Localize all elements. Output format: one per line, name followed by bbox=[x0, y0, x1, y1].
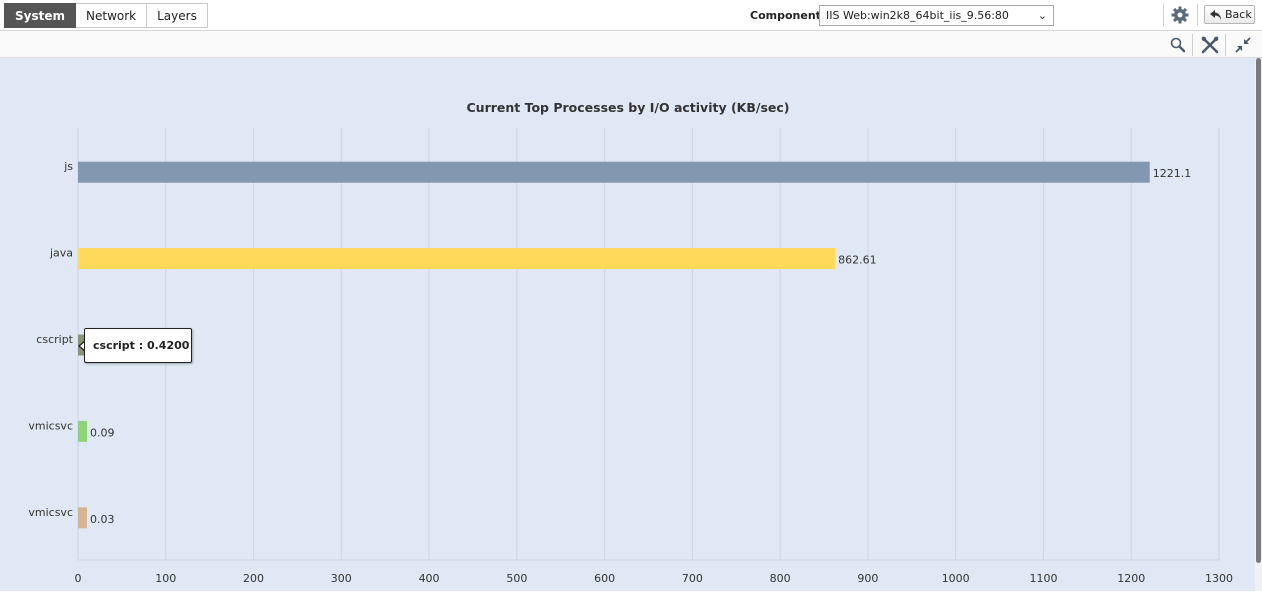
data-label: 862.61 bbox=[838, 254, 877, 267]
x-tick-label: 200 bbox=[243, 572, 264, 585]
x-tick-label: 800 bbox=[770, 572, 791, 585]
back-label: Back bbox=[1225, 8, 1252, 21]
gear-icon[interactable] bbox=[1170, 5, 1190, 25]
bar-java[interactable] bbox=[78, 248, 836, 270]
chart-title: Current Top Processes by I/O activity (K… bbox=[467, 100, 790, 115]
x-tick-label: 500 bbox=[506, 572, 527, 585]
divider bbox=[1163, 4, 1164, 26]
view-tabs: System Network Layers bbox=[4, 3, 208, 28]
x-tick-label: 300 bbox=[331, 572, 352, 585]
divider bbox=[1225, 34, 1226, 56]
x-tick-label: 1100 bbox=[1029, 572, 1057, 585]
tab-network[interactable]: Network bbox=[76, 3, 148, 28]
category-label: js bbox=[63, 160, 73, 173]
back-button[interactable]: Back bbox=[1204, 5, 1255, 24]
data-label: 0.03 bbox=[90, 513, 115, 526]
data-label: 0.09 bbox=[90, 426, 115, 439]
x-tick-label: 100 bbox=[155, 572, 176, 585]
x-tick-label: 600 bbox=[594, 572, 615, 585]
component-selected-value: IIS Web:win2k8_64bit_iis_9.56:80 bbox=[826, 9, 1009, 22]
divider bbox=[1197, 4, 1198, 26]
io-activity-chart: Current Top Processes by I/O activity (K… bbox=[28, 100, 1233, 585]
bar-vmicsvc[interactable] bbox=[78, 420, 87, 442]
tools-icon[interactable] bbox=[1201, 36, 1219, 54]
collapse-icon[interactable] bbox=[1234, 36, 1252, 54]
x-tick-label: 400 bbox=[419, 572, 440, 585]
bar-js[interactable] bbox=[78, 161, 1150, 183]
zoom-icon[interactable] bbox=[1169, 36, 1187, 54]
x-tick-label: 1200 bbox=[1117, 572, 1145, 585]
data-label: 1221.1 bbox=[1153, 167, 1192, 180]
top-bar: System Network Layers Component IIS Web:… bbox=[0, 0, 1262, 31]
scrollbar-thumb[interactable] bbox=[1256, 58, 1261, 563]
x-tick-label: 0 bbox=[75, 572, 82, 585]
category-label: cscript bbox=[36, 333, 73, 346]
tab-system[interactable]: System bbox=[4, 3, 76, 28]
category-label: vmicsvc bbox=[28, 506, 73, 519]
tab-layers[interactable]: Layers bbox=[147, 3, 208, 28]
category-label: vmicsvc bbox=[28, 419, 73, 432]
component-select[interactable]: IIS Web:win2k8_64bit_iis_9.56:80 ⌄ bbox=[819, 5, 1054, 26]
component-label: Component bbox=[750, 9, 821, 22]
vertical-scrollbar[interactable] bbox=[1255, 58, 1262, 591]
x-tick-label: 1300 bbox=[1205, 572, 1233, 585]
x-tick-label: 1000 bbox=[942, 572, 970, 585]
bar-tooltip: cscript : 0.4200 bbox=[84, 328, 192, 363]
chart-area: Current Top Processes by I/O activity (K… bbox=[0, 58, 1255, 591]
chart-toolbar bbox=[0, 31, 1262, 58]
x-tick-label: 700 bbox=[682, 572, 703, 585]
bar-vmicsvc[interactable] bbox=[78, 507, 87, 529]
category-label: java bbox=[49, 247, 73, 260]
back-arrow-icon bbox=[1210, 9, 1222, 26]
divider bbox=[1192, 34, 1193, 56]
x-tick-label: 900 bbox=[857, 572, 878, 585]
chevron-down-icon: ⌄ bbox=[1037, 9, 1047, 22]
